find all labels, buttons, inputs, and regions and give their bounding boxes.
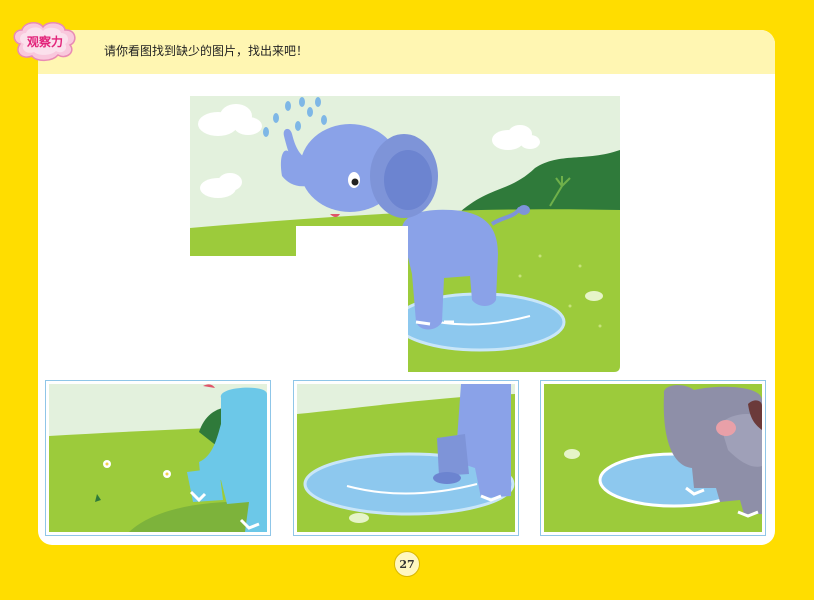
page-number: 27 [394, 551, 420, 577]
badge-label: 观察力 [26, 34, 63, 49]
skill-badge: 观察力 [10, 18, 80, 64]
option-card-3[interactable] [540, 380, 766, 536]
option-1-image [49, 384, 267, 532]
option-card-2[interactable] [293, 380, 519, 536]
option-3-image [544, 384, 762, 532]
option-card-1[interactable] [45, 380, 271, 536]
option-2-image [297, 384, 515, 532]
main-scene-image [190, 96, 620, 372]
grass [190, 209, 620, 372]
instruction-text: 请你看图找到缺少的图片，找出来吧！ [104, 44, 309, 58]
